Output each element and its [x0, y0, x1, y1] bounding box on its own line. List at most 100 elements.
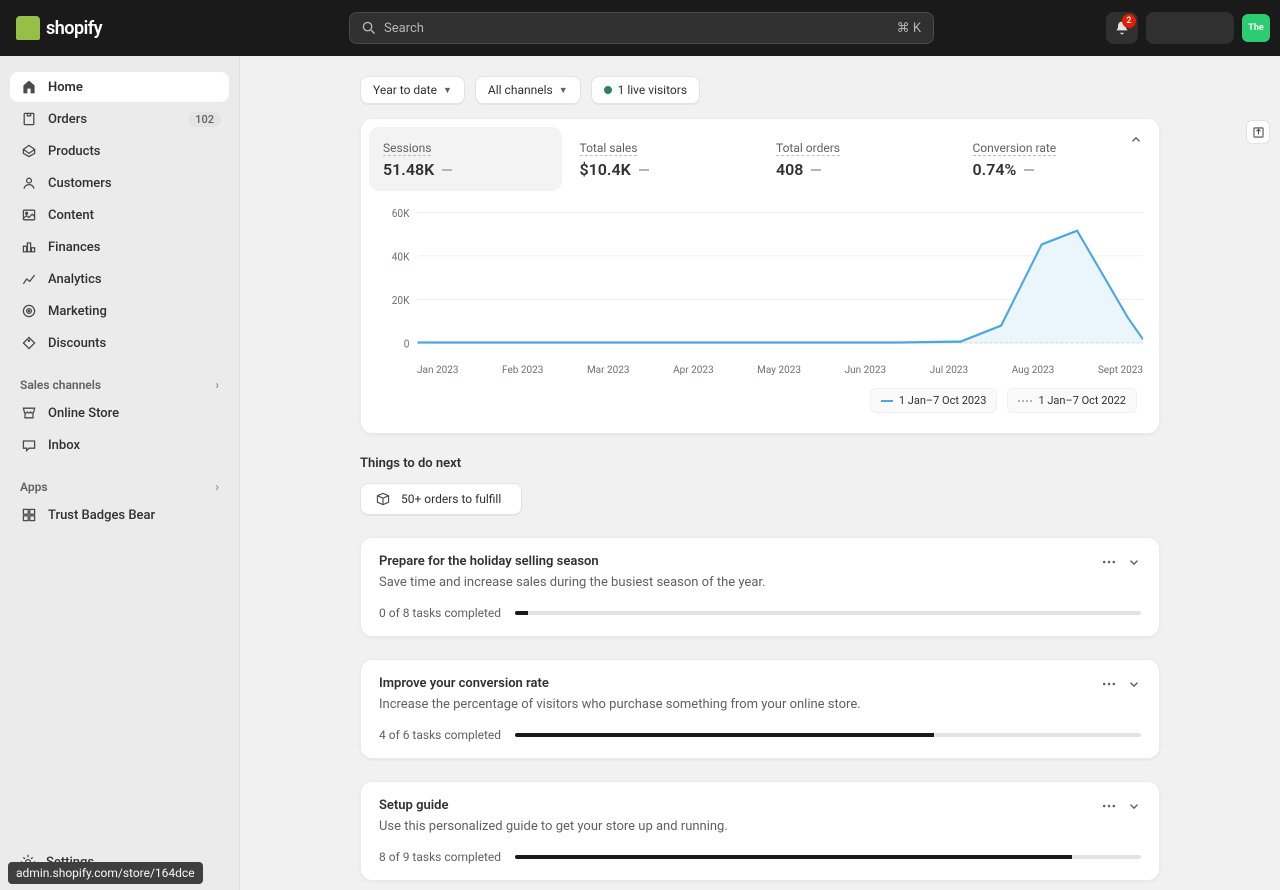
metric-label: Total orders	[776, 141, 840, 156]
sidebar-item-discounts[interactable]: Discounts	[10, 328, 229, 358]
metric-value: 51.48K	[383, 160, 548, 179]
search-placeholder: Search	[384, 21, 897, 36]
notifications-button[interactable]: 2	[1106, 12, 1138, 44]
sidebar-item-home[interactable]: Home	[10, 72, 229, 102]
sidebar-item-inbox[interactable]: Inbox	[10, 430, 229, 460]
guide-progress-label: 4 of 6 tasks completed	[379, 728, 501, 742]
content-icon	[20, 206, 38, 224]
progress-bar	[515, 733, 1141, 737]
more-icon[interactable]	[1101, 676, 1117, 692]
app-icon	[20, 506, 38, 524]
analytics-icon	[20, 270, 38, 288]
metric-total-sales[interactable]: Total sales $10.4K	[566, 127, 759, 191]
more-icon[interactable]	[1101, 554, 1117, 570]
chevron-right-icon[interactable]: ›	[215, 480, 219, 494]
sidebar-item-label: Marketing	[48, 304, 107, 319]
chart-xlabel: Jul 2023	[930, 365, 968, 376]
export-icon[interactable]	[1246, 120, 1270, 144]
chevron-down-icon: ▼	[443, 85, 452, 96]
sidebar-section-label: Sales channels	[20, 378, 101, 392]
guide-card: Setup guideUse this personalized guide t…	[360, 781, 1160, 881]
orders-to-fulfill-button[interactable]: 50+ orders to fulfill	[360, 483, 522, 515]
sidebar-item-content[interactable]: Content	[10, 200, 229, 230]
trend-dash-icon	[442, 169, 452, 171]
metric-conversion-rate[interactable]: Conversion rate0.74%	[959, 127, 1152, 191]
topbar: shopify Search ⌘ K 2 The	[0, 0, 1280, 56]
products-icon	[20, 142, 38, 160]
sidebar-item-trust-badges-bear[interactable]: Trust Badges Bear	[10, 500, 229, 530]
live-dot-icon	[604, 86, 612, 94]
chart-xlabel: Apr 2023	[673, 365, 714, 376]
chevron-right-icon[interactable]: ›	[215, 378, 219, 392]
sidebar-item-label: Finances	[48, 240, 100, 255]
section-heading: Things to do next	[360, 456, 1160, 471]
chevron-down-icon[interactable]	[1127, 555, 1141, 569]
guide-progress-label: 8 of 9 tasks completed	[379, 850, 501, 864]
sidebar-item-marketing[interactable]: Marketing	[10, 296, 229, 326]
finances-icon	[20, 238, 38, 256]
legend-label: 1 Jan–7 Oct 2022	[1038, 394, 1126, 407]
search-input[interactable]: Search ⌘ K	[349, 12, 934, 44]
progress-bar	[515, 855, 1141, 859]
sidebar-badge: 102	[188, 112, 221, 127]
sidebar-section-sales: Sales channels ›	[10, 360, 229, 398]
chart-xlabel: Jun 2023	[845, 365, 887, 376]
chevron-down-icon[interactable]	[1127, 677, 1141, 691]
store-icon	[20, 404, 38, 422]
metric-sessions[interactable]: Sessions 51.48K	[369, 127, 562, 191]
chevron-down-icon[interactable]	[1127, 799, 1141, 813]
chart-ylabel: 0	[404, 337, 410, 351]
package-icon	[375, 491, 391, 507]
live-visitors-button[interactable]: 1 live visitors	[591, 76, 700, 104]
chart-ylabel: 60K	[392, 206, 410, 220]
sidebar-item-label: Discounts	[48, 336, 106, 351]
chart-xaxis: Jan 2023Feb 2023Mar 2023Apr 2023May 2023…	[373, 361, 1143, 376]
discounts-icon	[20, 334, 38, 352]
home-icon	[20, 78, 38, 96]
metric-label: Sessions	[383, 141, 431, 156]
guide-title: Improve your conversion rate	[379, 676, 1101, 691]
store-menu[interactable]	[1146, 12, 1234, 44]
fulfill-label: 50+ orders to fulfill	[401, 492, 501, 506]
sidebar-item-orders[interactable]: Orders102	[10, 104, 229, 134]
live-visitors-label: 1 live visitors	[618, 83, 687, 97]
guide-title: Prepare for the holiday selling season	[379, 554, 1101, 569]
legend-item-2022[interactable]: 1 Jan–7 Oct 2022	[1007, 388, 1137, 413]
legend-item-2023[interactable]: 1 Jan–7 Oct 2023	[870, 388, 998, 413]
chart-xlabel: Jan 2023	[417, 365, 458, 376]
avatar[interactable]: The	[1242, 14, 1270, 42]
sidebar-item-customers[interactable]: Customers	[10, 168, 229, 198]
analytics-card: Sessions 51.48K Total sales $10.4K Total o…	[360, 118, 1160, 434]
more-icon[interactable]	[1101, 798, 1117, 814]
guide-progress-label: 0 of 8 tasks completed	[379, 606, 501, 620]
trend-dash-icon	[1024, 169, 1034, 171]
sidebar-section-apps: Apps ›	[10, 462, 229, 500]
sidebar-item-analytics[interactable]: Analytics	[10, 264, 229, 294]
analytics-toolbar: Year to date ▼ All channels ▼ 1 live vis…	[360, 76, 1160, 104]
notification-badge: 2	[1122, 14, 1136, 28]
sidebar-item-online-store[interactable]: Online Store	[10, 398, 229, 428]
sidebar-item-label: Customers	[48, 176, 112, 191]
metric-total-orders[interactable]: Total orders 408	[762, 127, 955, 191]
logo-text: shopify	[46, 18, 102, 39]
sidebar-item-finances[interactable]: Finances	[10, 232, 229, 262]
sessions-chart: 60K 40K 20K 0 Jan 2023Feb 2023Mar 2023Ap…	[361, 191, 1159, 433]
legend-swatch-icon	[1018, 400, 1032, 402]
guide-title: Setup guide	[379, 798, 1101, 813]
channels-button[interactable]: All channels ▼	[475, 76, 581, 104]
metric-label: Total sales	[580, 141, 638, 156]
main-content: Year to date ▼ All channels ▼ 1 live vis…	[240, 56, 1280, 890]
sidebar-item-label: Online Store	[48, 406, 119, 421]
legend-swatch-icon	[881, 400, 893, 402]
sidebar-item-products[interactable]: Products	[10, 136, 229, 166]
metrics-row: Sessions 51.48K Total sales $10.4K Total o…	[361, 119, 1159, 191]
chart-ylabel: 20K	[392, 293, 410, 307]
shopify-logo[interactable]: shopify	[0, 16, 102, 40]
channels-label: All channels	[488, 83, 553, 97]
metric-value: $10.4K	[580, 160, 745, 179]
date-range-button[interactable]: Year to date ▼	[360, 76, 465, 104]
metric-value: 408	[776, 160, 941, 179]
customers-icon	[20, 174, 38, 192]
collapse-icon[interactable]	[1129, 133, 1143, 147]
status-url: admin.shopify.com/store/164dce	[8, 862, 203, 884]
